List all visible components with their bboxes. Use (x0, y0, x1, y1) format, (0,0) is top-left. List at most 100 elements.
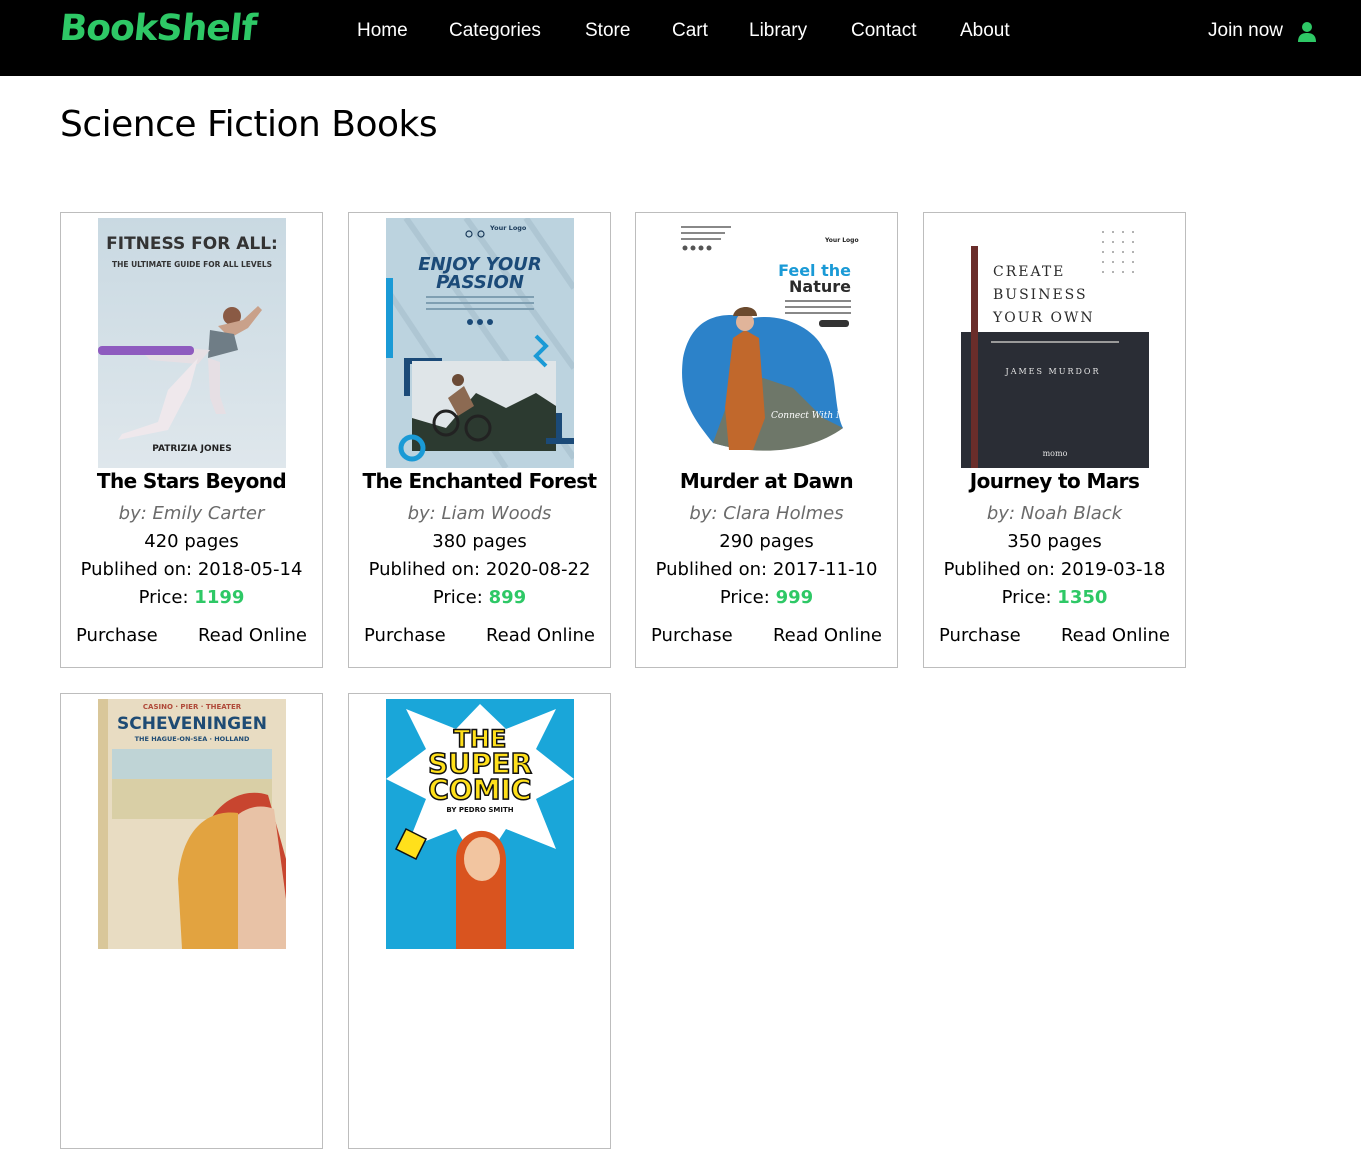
page-count: 380 pages (349, 531, 610, 552)
book-price: Price: 1350 (924, 587, 1185, 608)
book-cover-image[interactable]: CASINO · PIER · THEATER SCHEVENINGEN THE… (98, 699, 286, 949)
book-cover-image[interactable]: FITNESS FOR ALL: THE ULTIMATE GUIDE FOR … (98, 218, 286, 468)
price-label: Price: (1001, 587, 1052, 608)
read-online-button[interactable]: Read Online (486, 625, 595, 646)
author-name: Liam Woods (441, 503, 552, 524)
book-cover-image[interactable]: CREATE BUSINESS YOUR OWN JAMES MURDOR mo… (961, 218, 1149, 468)
pages-suffix: pages (472, 531, 527, 552)
cover-headline: PASSION (436, 272, 524, 293)
book-card: FITNESS FOR ALL: THE ULTIMATE GUIDE FOR … (60, 212, 323, 668)
book-cover-image[interactable]: Your Logo Feel the Nature Connect With N… (673, 218, 861, 468)
published-label: Publihed on: (368, 559, 481, 580)
page-count: 420 pages (61, 531, 322, 552)
cover-footer: momo (1043, 449, 1068, 458)
nav-contact[interactable]: Contact (851, 20, 916, 42)
price-value: 999 (775, 587, 814, 608)
cover-author: JAMES MURDOR (1005, 367, 1101, 376)
book-card: Your Logo ENJOY YOUR PASSION The Enchant… (348, 212, 611, 668)
nav-store[interactable]: Store (585, 20, 630, 42)
book-author: by: Clara Holmes (636, 503, 897, 524)
book-title[interactable]: Murder at Dawn (636, 469, 897, 493)
book-cover-image[interactable]: THE SUPER COMIC BY PEDRO SMITH (386, 699, 574, 949)
publish-date: Publihed on: 2017-11-10 (636, 559, 897, 580)
pages-suffix: pages (759, 531, 814, 552)
price-value: 1350 (1057, 587, 1108, 608)
cover-footer: PATRIZIA JONES (152, 444, 232, 454)
book-title[interactable]: The Stars Beyond (61, 469, 322, 493)
book-card: Your Logo Feel the Nature Connect With N… (635, 212, 898, 668)
cover-line: BUSINESS (993, 287, 1088, 303)
by-label: by: (407, 503, 436, 524)
cover-line: YOUR OWN (992, 310, 1095, 326)
nav-about[interactable]: About (960, 20, 1010, 42)
published-value: 2019-03-18 (1060, 559, 1166, 580)
book-card: CASINO · PIER · THEATER SCHEVENINGEN THE… (60, 693, 323, 1149)
cover-headline: FITNESS FOR ALL: (106, 234, 278, 254)
book-author: by: Noah Black (924, 503, 1185, 524)
cover-subline: THE HAGUE-ON-SEA · HOLLAND (135, 735, 250, 743)
page-count: 350 pages (924, 531, 1185, 552)
book-author: by: Liam Woods (349, 503, 610, 524)
cover-headline: SCHEVENINGEN (117, 714, 267, 734)
cover-subline: THE ULTIMATE GUIDE FOR ALL LEVELS (112, 260, 272, 269)
nav-cart[interactable]: Cart (672, 20, 708, 42)
read-online-button[interactable]: Read Online (773, 625, 882, 646)
publish-date: Publihed on: 2019-03-18 (924, 559, 1185, 580)
cover-headline: Nature (789, 277, 851, 296)
author-name: Noah Black (1020, 503, 1123, 524)
published-label: Publihed on: (655, 559, 768, 580)
by-label: by: (689, 503, 718, 524)
read-online-button[interactable]: Read Online (198, 625, 307, 646)
book-card: THE SUPER COMIC BY PEDRO SMITH (348, 693, 611, 1149)
published-value: 2017-11-10 (772, 559, 878, 580)
book-title[interactable]: The Enchanted Forest (349, 469, 610, 493)
publish-date: Publihed on: 2018-05-14 (61, 559, 322, 580)
book-author: by: Emily Carter (61, 503, 322, 524)
price-label: Price: (138, 587, 189, 608)
main-nav: Home Categories Store Cart Library Conta… (0, 0, 1361, 62)
purchase-button[interactable]: Purchase (364, 625, 446, 646)
by-label: by: (118, 503, 147, 524)
cover-logo: Your Logo (824, 237, 859, 244)
publish-date: Publihed on: 2020-08-22 (349, 559, 610, 580)
cover-logo: Your Logo (489, 224, 527, 232)
author-name: Clara Holmes (723, 503, 844, 524)
book-price: Price: 899 (349, 587, 610, 608)
cover-line: CREATE (993, 264, 1065, 280)
purchase-button[interactable]: Purchase (651, 625, 733, 646)
book-title[interactable]: Journey to Mars (924, 469, 1185, 493)
book-card: CREATE BUSINESS YOUR OWN JAMES MURDOR mo… (923, 212, 1186, 668)
top-navbar: BookShelf Home Categories Store Cart Lib… (0, 0, 1361, 76)
price-label: Price: (719, 587, 770, 608)
author-name: Emily Carter (152, 503, 265, 524)
pages-suffix: pages (1047, 531, 1102, 552)
by-label: by: (986, 503, 1016, 524)
nav-categories[interactable]: Categories (449, 20, 541, 42)
cover-headline: COMIC (428, 773, 531, 806)
pages-suffix: pages (184, 531, 239, 552)
book-price: Price: 1199 (61, 587, 322, 608)
page-title: Science Fiction Books (60, 104, 438, 145)
book-cover-image[interactable]: Your Logo ENJOY YOUR PASSION (386, 218, 574, 468)
purchase-button[interactable]: Purchase (76, 625, 158, 646)
price-value: 899 (488, 587, 527, 608)
purchase-button[interactable]: Purchase (939, 625, 1021, 646)
published-label: Publihed on: (80, 559, 193, 580)
nav-home[interactable]: Home (357, 20, 408, 42)
price-value: 1199 (194, 587, 245, 608)
cover-byline: BY PEDRO SMITH (446, 806, 513, 814)
read-online-button[interactable]: Read Online (1061, 625, 1170, 646)
cover-top-text: CASINO · PIER · THEATER (143, 703, 242, 711)
cover-tagline: Connect With Nature (771, 411, 861, 421)
published-label: Publihed on: (943, 559, 1056, 580)
page-count: 290 pages (636, 531, 897, 552)
page-count-value: 380 (432, 531, 467, 552)
join-now-link[interactable]: Join now (1208, 20, 1283, 42)
user-icon[interactable] (1297, 21, 1317, 43)
published-value: 2020-08-22 (485, 559, 591, 580)
page-count-value: 350 (1007, 531, 1042, 552)
page-count-value: 420 (144, 531, 179, 552)
page-count-value: 290 (719, 531, 754, 552)
published-value: 2018-05-14 (197, 559, 303, 580)
nav-library[interactable]: Library (749, 20, 807, 42)
